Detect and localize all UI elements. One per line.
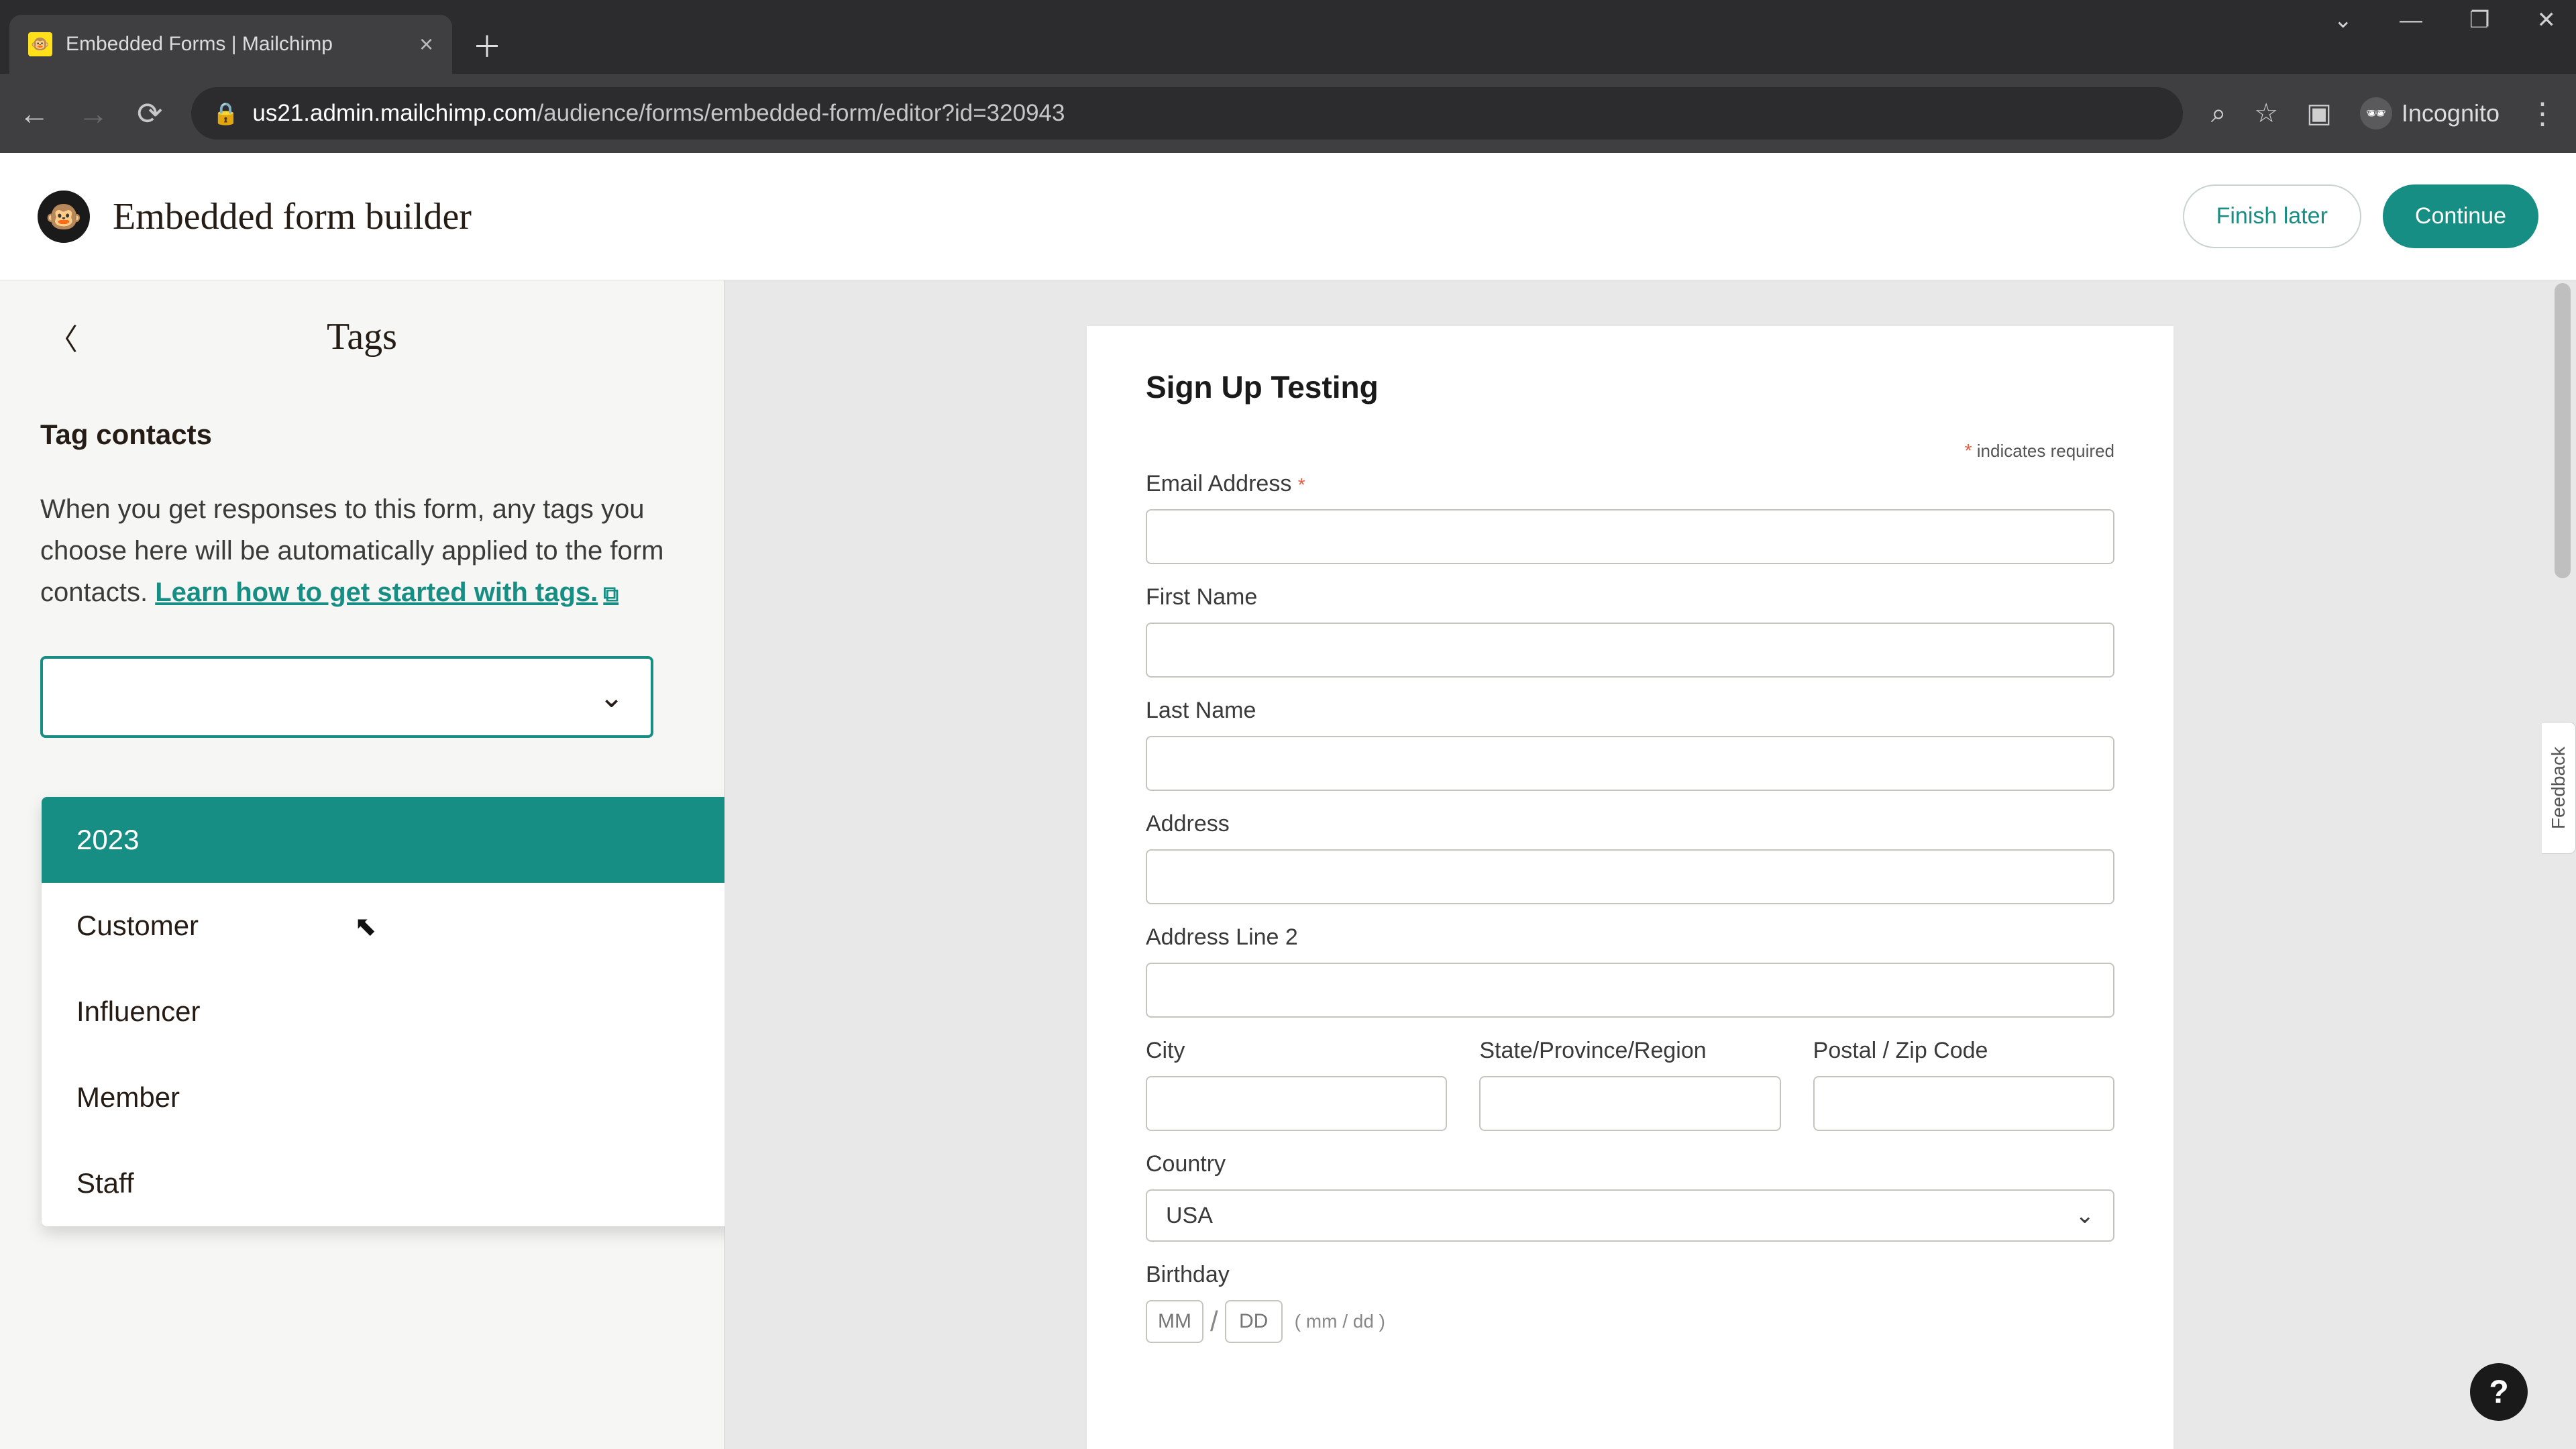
back-icon[interactable]: ← [19,95,50,131]
favicon-icon: 🐵 [28,32,52,56]
label-birthday: Birthday [1146,1262,2114,1288]
input-email[interactable] [1146,509,2114,564]
url-text: us21.admin.mailchimp.com/audience/forms/… [252,100,1065,127]
address-bar[interactable]: 🔒 us21.admin.mailchimp.com/audience/form… [191,87,2183,140]
help-button[interactable]: ? [2470,1363,2528,1421]
input-birthday-mm[interactable] [1146,1300,1203,1343]
dropdown-item-member[interactable]: Member [42,1055,773,1140]
label-address2: Address Line 2 [1146,924,2114,951]
label-country: Country [1146,1151,2114,1177]
input-first-name[interactable] [1146,623,2114,678]
label-state: State/Province/Region [1479,1038,1780,1064]
close-window-icon[interactable]: ✕ [2537,7,2557,34]
label-last-name: Last Name [1146,698,2114,724]
search-icon[interactable]: ⌕ [2211,99,2226,129]
label-first-name: First Name [1146,584,2114,610]
input-city[interactable] [1146,1076,1447,1131]
sidebar-title: Tags [327,315,397,358]
sidebar-back-icon[interactable]: 〈 [48,315,78,358]
profile-pill[interactable]: 🕶 Incognito [2360,97,2500,129]
lock-icon: 🔒 [213,101,239,126]
minimize-icon[interactable]: ― [2400,7,2422,34]
birthday-hint: ( mm / dd ) [1295,1311,1385,1332]
extensions-icon[interactable]: ▣ [2306,98,2332,129]
select-country[interactable]: USA ⌄ [1146,1189,2114,1242]
dropdown-item-influencer[interactable]: Influencer [42,969,773,1055]
tab-title: Embedded Forms | Mailchimp [66,33,406,56]
dropdown-item-staff[interactable]: Staff [42,1140,773,1226]
browser-menu-icon[interactable]: ⋮ [2528,97,2557,131]
label-postal: Postal / Zip Code [1813,1038,2114,1064]
page-title: Embedded form builder [113,195,472,238]
select-country-value: USA [1166,1203,1213,1229]
finish-later-button[interactable]: Finish later [2183,184,2361,248]
forward-icon[interactable]: → [78,95,109,131]
scrollbar-thumb[interactable] [2555,283,2571,578]
input-last-name[interactable] [1146,736,2114,791]
feedback-tab[interactable]: Feedback [2542,722,2576,854]
reload-icon[interactable]: ⟳ [137,95,163,131]
input-address[interactable] [1146,849,2114,904]
chevron-down-icon: ⌄ [2076,1202,2095,1229]
birthday-slash: / [1210,1305,1218,1338]
dropdown-item-customer[interactable]: Customer [42,883,773,969]
new-tab-button[interactable]: ＋ [472,23,502,66]
input-birthday-dd[interactable] [1225,1300,1283,1343]
label-email: Email Address * [1146,471,2114,497]
maximize-icon[interactable]: ❐ [2469,7,2489,34]
browser-tab[interactable]: 🐵 Embedded Forms | Mailchimp × [9,15,452,74]
mailchimp-logo-icon: 🐵 [38,191,90,243]
required-note: * indicates required [1146,440,2114,462]
label-city: City [1146,1038,1447,1064]
learn-tags-link[interactable]: Learn how to get started with tags.⧉ [155,578,619,607]
incognito-icon: 🕶 [2360,97,2392,129]
continue-button[interactable]: Continue [2383,184,2538,248]
tab-list-icon[interactable]: ⌄ [2334,7,2353,34]
form-preview: Sign Up Testing * indicates required Ema… [1087,326,2174,1449]
bookmark-icon[interactable]: ☆ [2254,98,2278,129]
tab-close-icon[interactable]: × [419,32,433,56]
chevron-down-icon: ⌄ [599,680,624,714]
external-link-icon: ⧉ [603,582,619,606]
tags-dropdown-panel: 2023 Customer Influencer Member Staff [42,797,773,1226]
tag-contacts-description: When you get responses to this form, any… [40,488,684,613]
tag-contacts-heading: Tag contacts [40,419,684,451]
incognito-label: Incognito [2402,99,2500,127]
form-title: Sign Up Testing [1146,369,2114,405]
input-state[interactable] [1479,1076,1780,1131]
dropdown-item-2023[interactable]: 2023 [42,797,773,883]
input-address2[interactable] [1146,963,2114,1018]
label-address: Address [1146,811,2114,837]
tags-select[interactable]: ⌄ [40,656,653,738]
input-postal[interactable] [1813,1076,2114,1131]
